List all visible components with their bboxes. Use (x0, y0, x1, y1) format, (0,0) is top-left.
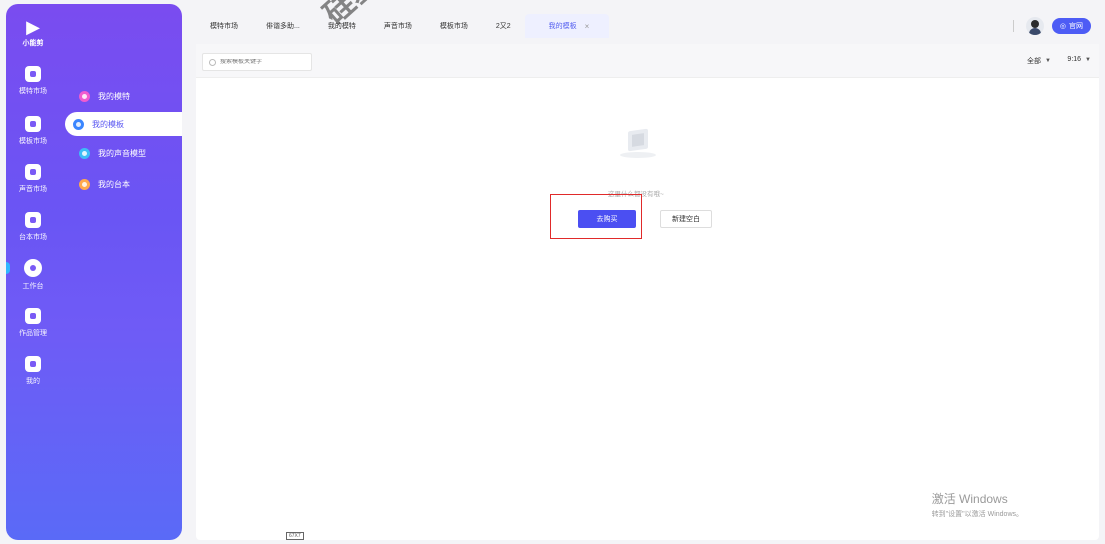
tab-template-market[interactable]: 模板市场 (426, 14, 482, 38)
tab-helper[interactable]: 俳谐多助... (252, 14, 314, 38)
template-icon (25, 116, 41, 132)
globe-icon: ◎ (1059, 23, 1066, 30)
tab-voice-market[interactable]: 声音市场 (370, 14, 426, 38)
person-icon (25, 66, 41, 82)
header-actions: ◎ 官网 (1012, 17, 1091, 35)
tab-my-templates[interactable]: 我的模板 × (524, 14, 610, 38)
rail-item-script-market[interactable]: 台本市场 (10, 212, 56, 242)
rail-label: 台本市场 (19, 234, 47, 241)
script-icon (25, 212, 41, 228)
tab-label: 2又2 (495, 23, 511, 30)
logo-play-icon: ▶ (26, 17, 40, 37)
bottom-tag: 67X7 (286, 532, 304, 540)
main-content: 全部 ▼ 9:16 ▼ 这里什么都没有哦~ 去购买 新建空白 (196, 44, 1099, 540)
rail-label: 模板市场 (19, 138, 47, 145)
submenu-label: 我的模板 (92, 119, 124, 129)
model-icon (79, 90, 90, 102)
app-logo[interactable]: ▶ 小能剪 (18, 18, 48, 53)
mic-icon (25, 164, 41, 180)
official-site-button[interactable]: ◎ 官网 (1051, 18, 1091, 34)
windows-activation-watermark: 激活 Windows 转到"设置"以激活 Windows。 (932, 490, 1023, 519)
tab-model-market[interactable]: 模特市场 (196, 14, 252, 38)
watermark-line2: 转到"设置"以激活 Windows。 (931, 511, 1023, 518)
rail-label: 作品管理 (19, 330, 47, 337)
template-icon (73, 118, 84, 130)
close-icon[interactable]: × (585, 22, 590, 31)
tab-label: 声音市场 (383, 23, 412, 30)
tab-bar: 模特市场 俳谐多助... 我的模特 声音市场 模板市场 2又2 我的模板 × (196, 14, 610, 38)
rail-label: 工作台 (22, 283, 44, 290)
tab-label: 我的模板 (548, 23, 577, 30)
script-icon (79, 178, 90, 190)
new-blank-button[interactable]: 新建空白 (660, 210, 712, 228)
icon-rail: ▶ 小能剪 模特市场 模板市场 声音市场 台本市场 工作台 作品管理 我的 (6, 4, 61, 540)
submenu-my-scripts[interactable]: 我的台本 (71, 172, 182, 196)
submenu-label: 我的声音模型 (98, 148, 146, 158)
tab-label: 模板市场 (439, 23, 468, 30)
workbench-icon (24, 259, 42, 277)
tab-my-models[interactable]: 我的模特 (314, 14, 370, 38)
voice-icon (79, 147, 90, 159)
app-window: ▶ 小能剪 模特市场 模板市场 声音市场 台本市场 工作台 作品管理 我的 我的… (0, 0, 1105, 544)
box-icon (628, 128, 648, 152)
logo-name: 小能剪 (22, 40, 44, 47)
sidebar: ▶ 小能剪 模特市场 模板市场 声音市场 台本市场 工作台 作品管理 我的 我的… (6, 4, 182, 540)
submenu-my-models[interactable]: 我的模特 (71, 84, 182, 108)
official-label: 官网 (1069, 23, 1083, 30)
rail-item-works[interactable]: 作品管理 (10, 308, 56, 338)
tab-label: 模特市场 (210, 23, 238, 30)
rail-item-voice-market[interactable]: 声音市场 (10, 164, 56, 194)
watermark-line1: 激活 Windows (931, 492, 1008, 506)
submenu-my-voice-models[interactable]: 我的声音模型 (71, 141, 182, 165)
tab-label: 俳谐多助... (266, 23, 300, 30)
tab-label: 我的模特 (327, 23, 356, 30)
buy-button[interactable]: 去购买 (578, 210, 636, 228)
workbench-submenu: 我的模特 我的模板 我的声音模型 我的台本 (61, 4, 182, 540)
submenu-my-templates[interactable]: 我的模板 (65, 112, 182, 136)
submenu-label: 我的模特 (98, 91, 130, 101)
user-icon (25, 356, 41, 372)
rail-label: 模特市场 (19, 88, 47, 95)
illustration-shadow (620, 152, 656, 158)
empty-box-illustration (620, 122, 656, 160)
logo-subtitle (18, 48, 48, 53)
rail-item-template-market[interactable]: 模板市场 (10, 116, 56, 146)
empty-state: 这里什么都没有哦~ 去购买 新建空白 (196, 44, 1099, 540)
rail-item-mine[interactable]: 我的 (10, 356, 56, 386)
rail-item-model-market[interactable]: 模特市场 (10, 66, 56, 96)
bookmark-icon (25, 308, 41, 324)
rail-item-workbench[interactable]: 工作台 (10, 259, 56, 291)
avatar[interactable] (1025, 17, 1044, 35)
submenu-label: 我的台本 (98, 179, 130, 189)
divider (1012, 20, 1014, 32)
rail-label: 我的 (26, 378, 40, 385)
tab-2-2[interactable]: 2又2 (482, 14, 525, 38)
rail-label: 声音市场 (19, 186, 47, 193)
